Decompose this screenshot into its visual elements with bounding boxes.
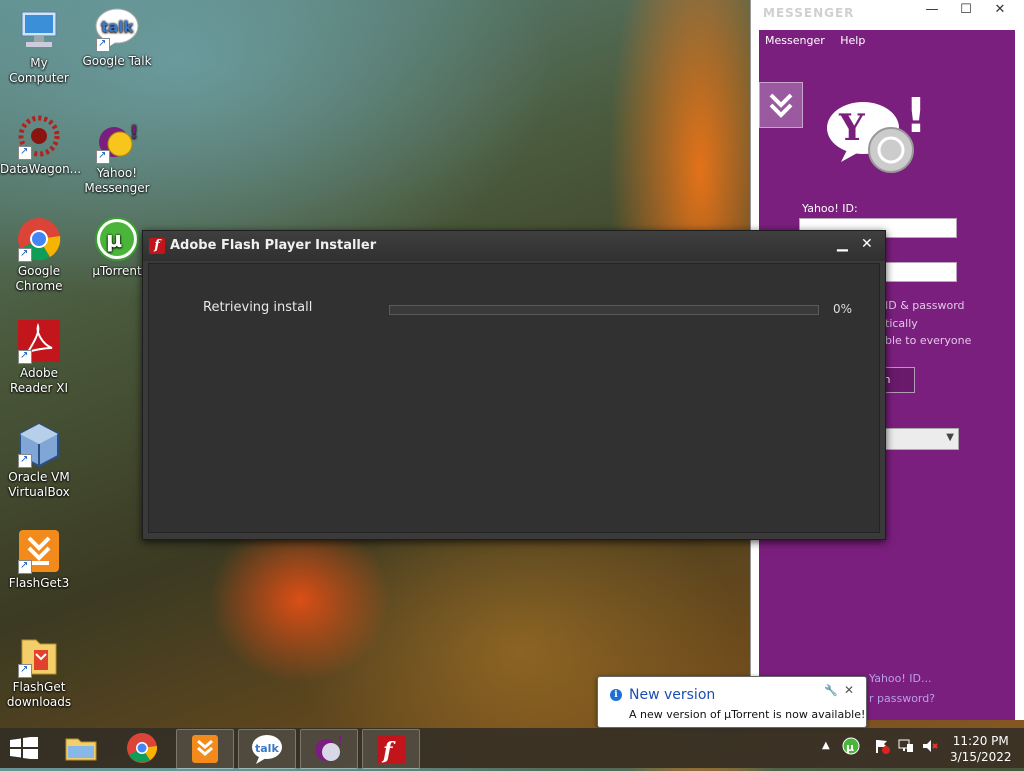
taskbar-flashget[interactable]	[176, 729, 234, 769]
shortcut-arrow-icon	[18, 452, 32, 468]
shortcut-arrow-icon	[96, 148, 110, 164]
taskbar-flash-installer[interactable]: f	[362, 729, 420, 769]
flash-player-icon: f	[149, 238, 165, 254]
shortcut-arrow-icon	[18, 558, 32, 574]
flash-installer-window[interactable]: f Adobe Flash Player Installer ▁ ✕ Retri…	[142, 230, 886, 540]
taskbar-explorer[interactable]	[54, 729, 110, 767]
close-button[interactable]: ✕	[983, 2, 1017, 22]
svg-text:µ: µ	[106, 228, 122, 253]
taskbar-chrome[interactable]	[114, 729, 170, 767]
menu-help[interactable]: Help	[834, 30, 871, 51]
flash-window-title: Adobe Flash Player Installer	[170, 238, 377, 253]
volume-muted-icon[interactable]	[922, 738, 938, 757]
desktop-icon-datawagon[interactable]: DataWagon...	[0, 114, 82, 177]
folder-icon	[16, 632, 62, 678]
action-center-flag-icon[interactable]	[874, 738, 890, 757]
desktop-icon-label: FlashGet downloads	[6, 680, 72, 709]
wrench-icon[interactable]: 🔧	[824, 684, 838, 697]
flashget-icon	[16, 528, 62, 574]
remember-checkbox-label: ID & password	[885, 299, 965, 312]
desktop-icon-flashget-downloads[interactable]: FlashGet downloads	[0, 632, 78, 710]
chrome-icon	[127, 733, 158, 763]
shortcut-arrow-icon	[96, 36, 110, 52]
yahoo-messenger-icon: !	[94, 118, 140, 164]
desktop-icon-adobe-reader[interactable]: Adobe Reader XI	[0, 318, 78, 396]
start-button[interactable]	[10, 736, 38, 760]
yahoo-window-title: MESSENGER	[763, 6, 855, 20]
utorrent-notification[interactable]: i New version A new version of µTorrent …	[597, 676, 867, 728]
flashget-icon	[192, 735, 218, 763]
close-button[interactable]: ✕	[861, 236, 873, 252]
close-icon[interactable]: ✕	[844, 683, 854, 697]
shortcut-arrow-icon	[18, 348, 32, 364]
desktop-icon-label: Oracle VM VirtualBox	[8, 470, 70, 499]
desktop-icon-label: FlashGet3	[8, 576, 70, 590]
desktop-icon-label: Google Talk	[82, 54, 152, 68]
clock-date: 3/15/2022	[950, 750, 1012, 764]
network-icon[interactable]	[898, 738, 914, 757]
taskbar-google-talk[interactable]: talk	[238, 729, 296, 769]
svg-text:talk: talk	[255, 742, 279, 755]
flash-installer-body: Retrieving install 0%	[148, 263, 880, 533]
notification-message: A new version of µTorrent is now availab…	[629, 708, 866, 721]
desktop-icon-label: My Computer	[9, 56, 69, 85]
chrome-icon	[16, 216, 62, 262]
file-explorer-icon	[65, 738, 97, 761]
chevron-down-icon: ▼	[946, 432, 954, 443]
yahoo-titlebar[interactable]: MESSENGER — ☐ ✕	[751, 0, 1024, 28]
utorrent-icon: µ	[94, 216, 140, 262]
desktop-icon-flashget3[interactable]: FlashGet3	[0, 528, 78, 591]
adobe-reader-icon	[16, 318, 62, 364]
notification-heading: New version	[629, 687, 716, 703]
taskbar-yahoo-messenger[interactable]: !	[300, 729, 358, 769]
flash-player-icon: f	[377, 735, 405, 764]
forgot-password-link[interactable]: r password?	[869, 692, 935, 705]
system-clock[interactable]: 11:20 PM 3/15/2022	[950, 733, 1012, 765]
desktop-icon-label: Yahoo! Messenger	[84, 166, 150, 195]
desktop-icon-google-chrome[interactable]: Google Chrome	[0, 216, 78, 294]
install-progress-bar	[389, 305, 819, 315]
shortcut-arrow-icon	[18, 144, 32, 160]
datawagon-icon	[16, 114, 62, 160]
desktop-icon-virtualbox[interactable]: Oracle VM VirtualBox	[0, 422, 78, 500]
svg-text:!: !	[130, 122, 138, 143]
svg-text:µ: µ	[846, 741, 854, 754]
install-progress-percent: 0%	[833, 302, 853, 316]
yahoo-logo-icon: Y!	[825, 88, 929, 180]
shortcut-arrow-icon	[18, 662, 32, 678]
invisible-label: ble to everyone	[885, 334, 972, 347]
yahoo-id-label: Yahoo! ID:	[802, 202, 858, 215]
clock-time: 11:20 PM	[952, 734, 1009, 748]
flash-titlebar[interactable]: f Adobe Flash Player Installer ▁ ✕	[143, 231, 885, 261]
svg-text:talk: talk	[101, 18, 134, 36]
maximize-button[interactable]: ☐	[949, 2, 983, 22]
yahoo-menubar: Messenger Help	[759, 30, 1015, 52]
svg-text:Y: Y	[838, 107, 866, 149]
minimize-button[interactable]: ▁	[837, 236, 848, 252]
desktop-icon-google-talk[interactable]: talk Google Talk	[78, 6, 156, 69]
computer-icon	[16, 8, 62, 54]
desktop-icon-label: DataWagon...	[0, 162, 82, 176]
google-talk-icon: talk	[252, 735, 282, 764]
google-talk-icon: talk	[94, 6, 140, 52]
minimize-button[interactable]: —	[915, 2, 949, 22]
svg-text:!: !	[337, 734, 343, 750]
info-icon: i	[610, 689, 622, 701]
virtualbox-icon	[16, 422, 62, 468]
auto-signin-label: tically	[885, 317, 918, 330]
install-status-text: Retrieving install	[203, 300, 313, 315]
flashget-drop-icon[interactable]	[759, 82, 803, 128]
desktop-icon-yahoo-messenger[interactable]: ! Yahoo! Messenger	[78, 118, 156, 196]
desktop-icon-label: Adobe Reader XI	[9, 366, 69, 395]
yahoo-messenger-icon: !	[315, 734, 343, 761]
shortcut-arrow-icon	[18, 246, 32, 262]
menu-messenger[interactable]: Messenger	[759, 30, 831, 51]
forgot-id-link[interactable]: Yahoo! ID...	[869, 672, 932, 685]
taskbar: talk ! f ▲ µ 11:20 PM 3/15/2022	[0, 728, 1024, 769]
desktop-icon-my-computer[interactable]: My Computer	[0, 8, 78, 86]
show-hidden-icons-icon[interactable]: ▲	[822, 740, 830, 751]
utorrent-tray-icon[interactable]: µ	[842, 737, 860, 758]
windows-logo-icon	[10, 736, 38, 760]
desktop-icon-label: Google Chrome	[15, 264, 63, 293]
